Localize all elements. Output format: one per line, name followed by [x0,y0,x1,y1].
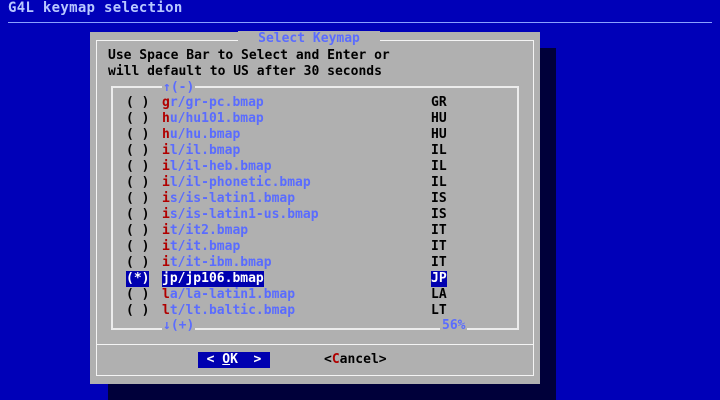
hotkey-letter: j [162,271,170,286]
button-separator [96,344,534,345]
radio-button[interactable]: ( ) [126,191,149,207]
radio-button[interactable]: (*) [126,271,150,287]
ok-left-bracket: < [206,352,223,367]
hotkey-letter: i [162,159,170,174]
radio-button[interactable]: ( ) [126,143,149,159]
radio-button[interactable]: ( ) [126,287,149,303]
filename-rest: s/is-latin1.bmap [169,191,296,206]
filename-rest: t/it.bmap [169,239,241,254]
cancel-label-rest: ancel [339,352,379,367]
filename-rest: a/la-latin1.bmap [169,287,296,302]
hotkey-letter: i [162,255,170,270]
keymap-filename: it/it-ibm.bmap [162,255,272,271]
ok-hotkey: O [222,352,231,367]
keymap-filename: lt/lt.baltic.bmap [162,303,295,319]
filename-rest: l/il-heb.bmap [169,159,272,174]
scroll-up-indicator: ↑(-) [162,80,196,96]
keymap-code: IS [431,207,447,222]
keymap-code: IL [431,159,447,174]
scroll-percent: 56% [440,318,468,334]
keymap-code: JP [431,271,447,287]
cancel-button[interactable]: <Cancel> [324,352,387,368]
cancel-left-bracket: < [324,352,332,367]
radio-button[interactable]: ( ) [126,95,149,111]
radio-button[interactable]: ( ) [126,255,149,271]
hotkey-letter: l [162,287,170,302]
radio-button[interactable]: ( ) [126,303,149,319]
keymap-filename: il/il-phonetic.bmap [162,175,311,191]
hotkey-letter: g [162,95,170,110]
back-title: G4L keymap selection [8,0,183,16]
hotkey-letter: i [162,143,170,158]
keymap-code: IS [431,191,447,206]
keymap-filename: gr/gr-pc.bmap [162,95,264,111]
keymap-code: IT [431,255,447,270]
keymap-filename: hu/hu101.bmap [162,111,264,127]
filename-rest: t/it-ibm.bmap [169,255,272,270]
hotkey-letter: i [162,223,170,238]
radio-button[interactable]: ( ) [126,127,149,143]
cancel-right-bracket: > [378,352,387,367]
hotkey-letter: i [162,175,170,190]
radio-button[interactable]: ( ) [126,175,149,191]
filename-rest: t/lt.baltic.bmap [169,303,296,318]
radio-button[interactable]: ( ) [126,111,149,127]
ok-right-bracket: > [237,352,262,367]
keymap-code: GR [431,95,447,110]
radio-button[interactable]: ( ) [126,159,149,175]
keymap-code: IT [431,239,447,254]
keymap-code: LA [431,287,447,302]
hotkey-letter: h [162,111,170,126]
keymap-code: HU [431,111,447,126]
hotkey-letter: l [162,303,170,318]
keymap-filename: jp/jp106.bmap [162,271,264,287]
filename-rest: l/il.bmap [169,143,241,158]
filename-rest: s/is-latin1-us.bmap [169,207,319,222]
keymap-filename: la/la-latin1.bmap [162,287,295,303]
filename-rest: u/hu101.bmap [169,111,264,126]
keymap-filename: il/il.bmap [162,143,240,159]
keymap-filename: it/it2.bmap [162,223,248,239]
keymap-code: IT [431,223,447,238]
scroll-down-indicator: ↓(+) [162,318,196,334]
hotkey-letter: h [162,127,170,142]
keymap-code: HU [431,127,447,142]
keymap-filename: it/it.bmap [162,239,240,255]
ok-button[interactable]: < OK > [198,352,270,368]
filename-rest: t/it2.bmap [169,223,249,238]
filename-rest: p/jp106.bmap [169,271,264,286]
radio-button[interactable]: ( ) [126,223,149,239]
hotkey-letter: i [162,239,170,254]
dialog-prompt: Use Space Bar to Select and Enter or wil… [108,48,390,79]
hotkey-letter: i [162,207,170,222]
dialog-title: Select Keymap [238,31,380,47]
keymap-filename: is/is-latin1.bmap [162,191,295,207]
keymap-code: LT [431,303,447,318]
keymap-filename: il/il-heb.bmap [162,159,272,175]
keymap-dialog: Select Keymap Use Space Bar to Select an… [90,31,540,384]
filename-rest: u/hu.bmap [169,127,241,142]
keymap-filename: hu/hu.bmap [162,127,240,143]
keymap-code: IL [431,143,447,158]
radio-button[interactable]: ( ) [126,207,149,223]
ok-label-rest: K [230,352,238,367]
radio-button[interactable]: ( ) [126,239,149,255]
filename-rest: l/il-phonetic.bmap [169,175,311,190]
filename-rest: r/gr-pc.bmap [169,95,264,110]
keymap-filename: is/is-latin1-us.bmap [162,207,319,223]
back-title-underline [8,22,712,23]
cancel-hotkey: C [331,352,340,367]
hotkey-letter: i [162,191,170,206]
keymap-code: IL [431,175,447,190]
